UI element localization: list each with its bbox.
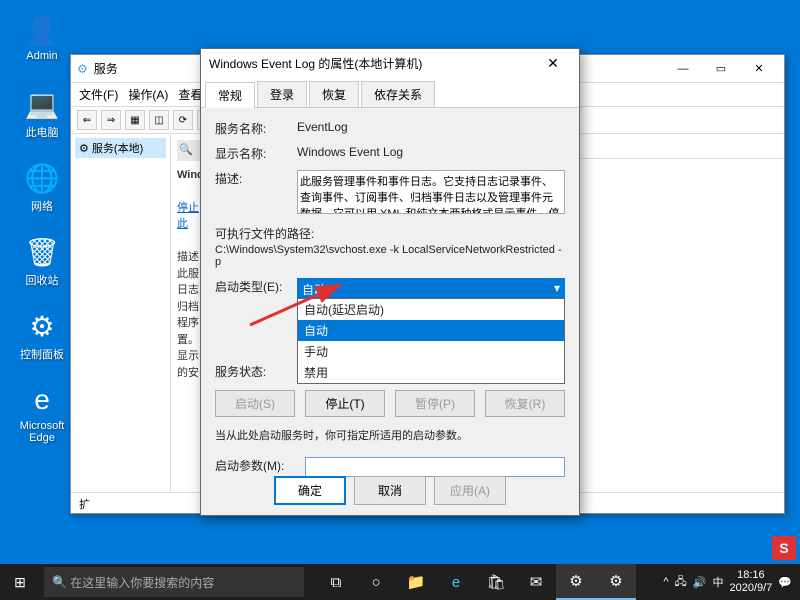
cancel-button[interactable]: 取消	[354, 476, 426, 505]
menu-item[interactable]: 操作(A)	[128, 88, 168, 102]
mail-icon[interactable]: ✉	[516, 564, 556, 600]
desktop-icon-admin[interactable]: 👤Admin	[12, 12, 72, 62]
toolbar-btn[interactable]: ▦	[125, 110, 145, 130]
chevron-down-icon: ▾	[554, 281, 560, 298]
notifications-icon[interactable]: 💬	[778, 576, 792, 589]
tab-0[interactable]: 常规	[205, 82, 255, 108]
desktop-icon-control-panel[interactable]: ⚙控制面板	[12, 308, 72, 362]
startup-option[interactable]: 手动	[298, 341, 564, 362]
services-title: 服务	[94, 60, 118, 77]
resume-button: 恢复(R)	[485, 390, 565, 417]
start-params-input	[305, 457, 565, 477]
forward-button[interactable]: ⇒	[101, 110, 121, 130]
cortana-icon[interactable]: ○	[356, 564, 396, 600]
display-name-value: Windows Event Log	[297, 145, 565, 159]
startup-option[interactable]: 自动(延迟启动)	[298, 299, 564, 320]
taskbar-search[interactable]: 🔍 在这里输入你要搜索的内容	[44, 567, 304, 597]
snagit-capture-icon[interactable]: S	[772, 536, 796, 560]
start-button: 启动(S)	[215, 390, 295, 417]
startup-option[interactable]: 禁用	[298, 362, 564, 383]
settings-icon[interactable]: ⚙	[556, 564, 596, 600]
edge-icon: e	[24, 382, 60, 418]
apply-button: 应用(A)	[434, 476, 506, 505]
startup-type-select[interactable]: 自动▾ 自动(延迟启动)自动手动禁用	[297, 278, 565, 301]
exe-path-value: C:\Windows\System32\svchost.exe -k Local…	[215, 244, 565, 268]
desktop-icon-recycle[interactable]: 🗑回收站	[12, 234, 72, 288]
services-icon: ⚙	[77, 62, 88, 76]
close-button[interactable]: ✕	[740, 56, 778, 82]
back-button[interactable]: ⇐	[77, 110, 97, 130]
menu-item[interactable]: 文件(F)	[79, 88, 118, 102]
startup-option[interactable]: 自动	[298, 320, 564, 341]
ok-button[interactable]: 确定	[274, 476, 346, 505]
network-icon: 🌐	[24, 160, 60, 196]
services-taskbar-icon[interactable]: ⚙	[596, 564, 636, 600]
properties-tabs[interactable]: 常规登录恢复依存关系	[201, 77, 579, 108]
display-name-label: 显示名称:	[215, 145, 297, 162]
tray-ime[interactable]: 中	[712, 574, 723, 590]
service-name-label: 服务名称:	[215, 120, 297, 137]
service-status-label: 服务状态:	[215, 363, 297, 380]
tray-chevron-icon[interactable]: ^	[663, 576, 668, 588]
explorer-icon[interactable]: 📁	[396, 564, 436, 600]
tab-1[interactable]: 登录	[257, 81, 307, 107]
services-tree[interactable]: ⚙ 服务(本地)	[71, 134, 171, 492]
tab-3[interactable]: 依存关系	[361, 81, 435, 107]
task-view-button[interactable]: ⧉	[316, 564, 356, 600]
exe-path-label: 可执行文件的路径:	[215, 225, 565, 242]
desktop-icon-network[interactable]: 🌐网络	[12, 160, 72, 214]
startup-type-options[interactable]: 自动(延迟启动)自动手动禁用	[297, 298, 565, 384]
tray-network-icon[interactable]: 🖧	[675, 573, 687, 592]
refresh-button[interactable]: ⟳	[173, 110, 193, 130]
properties-title: Windows Event Log 的属性(本地计算机)	[209, 55, 422, 72]
start-button[interactable]: ⊞	[0, 564, 40, 600]
service-name-value: EventLog	[297, 120, 565, 134]
description-text[interactable]: 此服务管理事件和事件日志。它支持日志记录事件、查询事件、订阅事件、归档事件日志以…	[297, 170, 565, 214]
system-tray[interactable]: ^ 🖧 🔊 中 18:16 2020/9/7 💬	[663, 569, 800, 595]
close-button[interactable]: ✕	[535, 55, 571, 72]
store-icon[interactable]: 🛍	[476, 564, 516, 600]
taskbar-clock[interactable]: 18:16 2020/9/7	[729, 569, 772, 595]
edge-icon[interactable]: e	[436, 564, 476, 600]
control-panel-icon: ⚙	[24, 308, 60, 344]
description-label: 描述:	[215, 170, 297, 187]
pause-button: 暂停(P)	[395, 390, 475, 417]
this-pc-icon: 💻	[24, 86, 60, 122]
search-icon: 🔍	[52, 575, 67, 589]
maximize-button[interactable]: ▭	[702, 56, 740, 82]
minimize-button[interactable]: —	[664, 56, 702, 82]
desktop-icon-edge[interactable]: eMicrosoft Edge	[12, 382, 72, 444]
toolbar-btn[interactable]: ◫	[149, 110, 169, 130]
recycle-icon: 🗑	[24, 234, 60, 270]
tab-2[interactable]: 恢复	[309, 81, 359, 107]
tree-node-local[interactable]: ⚙ 服务(本地)	[75, 138, 166, 158]
taskbar[interactable]: ⊞ 🔍 在这里输入你要搜索的内容 ⧉ ○ 📁 e 🛍 ✉ ⚙ ⚙ ^ 🖧 🔊 中…	[0, 564, 800, 600]
stop-button[interactable]: 停止(T)	[305, 390, 385, 417]
start-params-hint: 当从此处启动服务时，你可指定所适用的启动参数。	[215, 427, 565, 443]
properties-titlebar[interactable]: Windows Event Log 的属性(本地计算机) ✕	[201, 49, 579, 77]
tray-volume-icon[interactable]: 🔊	[693, 576, 707, 589]
startup-type-label: 启动类型(E):	[215, 278, 297, 295]
start-params-label: 启动参数(M):	[215, 457, 305, 474]
properties-dialog: Windows Event Log 的属性(本地计算机) ✕ 常规登录恢复依存关…	[200, 48, 580, 516]
admin-icon: 👤	[24, 12, 60, 48]
desktop-icon-this-pc[interactable]: 💻此电脑	[12, 86, 72, 140]
